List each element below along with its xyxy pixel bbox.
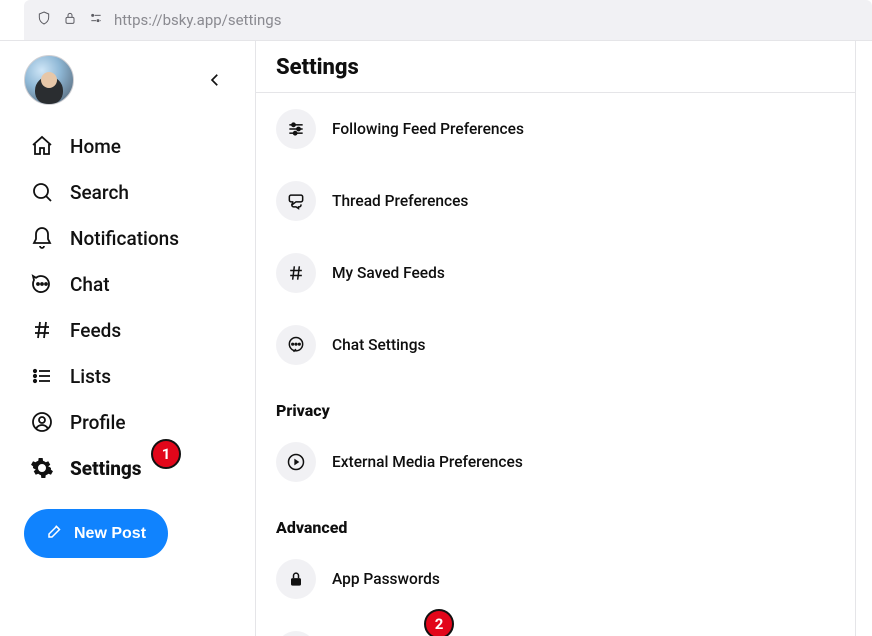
avatar[interactable]	[24, 55, 74, 105]
sidebar-item-home[interactable]: Home	[24, 123, 243, 169]
chat-icon	[276, 325, 316, 365]
new-post-button[interactable]: New Post	[24, 509, 168, 558]
sidebar-item-lists[interactable]: Lists	[24, 353, 243, 399]
section-title-privacy: Privacy	[256, 381, 855, 426]
hash-icon	[276, 253, 316, 293]
sidebar: Home Search Notifications Chat	[0, 41, 256, 636]
main-header: Settings	[256, 41, 855, 93]
sidebar-item-chat[interactable]: Chat	[24, 261, 243, 307]
page-title: Settings	[276, 55, 835, 80]
sidebar-item-label: Notifications	[70, 227, 179, 250]
main-pane: Settings Following Feed Preferences Thre…	[256, 41, 856, 636]
profile-icon	[30, 410, 54, 434]
chevron-left-icon	[206, 71, 224, 89]
search-icon	[30, 180, 54, 204]
sidebar-item-label: Chat	[70, 273, 110, 296]
settings-item-following-feed[interactable]: Following Feed Preferences	[256, 93, 855, 165]
hash-icon	[30, 318, 54, 342]
sidebar-item-label: Profile	[70, 411, 126, 434]
play-circle-icon	[276, 442, 316, 482]
settings-item-chat-settings[interactable]: Chat Settings	[256, 309, 855, 381]
settings-item-label: Thread Preferences	[332, 192, 468, 210]
sidebar-item-label: Settings	[70, 457, 142, 480]
chat-icon	[30, 272, 54, 296]
settings-group-privacy: External Media Preferences	[256, 426, 855, 498]
sidebar-item-label: Feeds	[70, 319, 121, 342]
collapse-sidebar-button[interactable]	[203, 68, 227, 92]
bell-icon	[30, 226, 54, 250]
thread-icon	[276, 181, 316, 221]
lock-icon	[276, 559, 316, 599]
settings-item-label: Chat Settings	[332, 336, 425, 354]
sidebar-item-label: Home	[70, 135, 121, 158]
sidebar-header	[24, 55, 243, 105]
annotation-badge-2: 2	[424, 609, 454, 636]
settings-item-change-handle[interactable]: Change Handle 2	[256, 615, 855, 636]
compose-icon	[46, 522, 64, 545]
gear-icon	[30, 456, 54, 480]
settings-item-thread-prefs[interactable]: Thread Preferences	[256, 165, 855, 237]
list-icon	[30, 364, 54, 388]
settings-item-label: Following Feed Preferences	[332, 120, 524, 138]
sliders-icon	[276, 109, 316, 149]
settings-item-saved-feeds[interactable]: My Saved Feeds	[256, 237, 855, 309]
sidebar-item-profile[interactable]: Profile	[24, 399, 243, 445]
nav-list: Home Search Notifications Chat	[24, 123, 243, 491]
settings-group-advanced: App Passwords Change Handle 2	[256, 543, 855, 636]
settings-item-label: My Saved Feeds	[332, 264, 445, 282]
settings-group-general: Following Feed Preferences Thread Prefer…	[256, 93, 855, 381]
at-icon	[276, 631, 316, 636]
sidebar-item-label: Lists	[70, 365, 111, 388]
sidebar-item-feeds[interactable]: Feeds	[24, 307, 243, 353]
lock-icon	[62, 10, 78, 30]
annotation-badge-1: 1	[151, 439, 181, 469]
settings-item-external-media[interactable]: External Media Preferences	[256, 426, 855, 498]
sidebar-item-label: Search	[70, 181, 129, 204]
shield-icon	[36, 10, 52, 30]
sidebar-item-search[interactable]: Search	[24, 169, 243, 215]
app-frame: Home Search Notifications Chat	[0, 40, 872, 636]
settings-item-app-passwords[interactable]: App Passwords	[256, 543, 855, 615]
home-icon	[30, 134, 54, 158]
url-text[interactable]: https://bsky.app/settings	[114, 11, 860, 29]
settings-item-label: External Media Preferences	[332, 453, 523, 471]
section-title-advanced: Advanced	[256, 498, 855, 543]
permissions-icon	[88, 10, 104, 30]
browser-url-bar[interactable]: https://bsky.app/settings	[24, 0, 872, 40]
sidebar-item-settings[interactable]: Settings 1	[24, 445, 243, 491]
settings-item-label: App Passwords	[332, 570, 440, 588]
sidebar-item-notifications[interactable]: Notifications	[24, 215, 243, 261]
new-post-label: New Post	[74, 525, 146, 543]
